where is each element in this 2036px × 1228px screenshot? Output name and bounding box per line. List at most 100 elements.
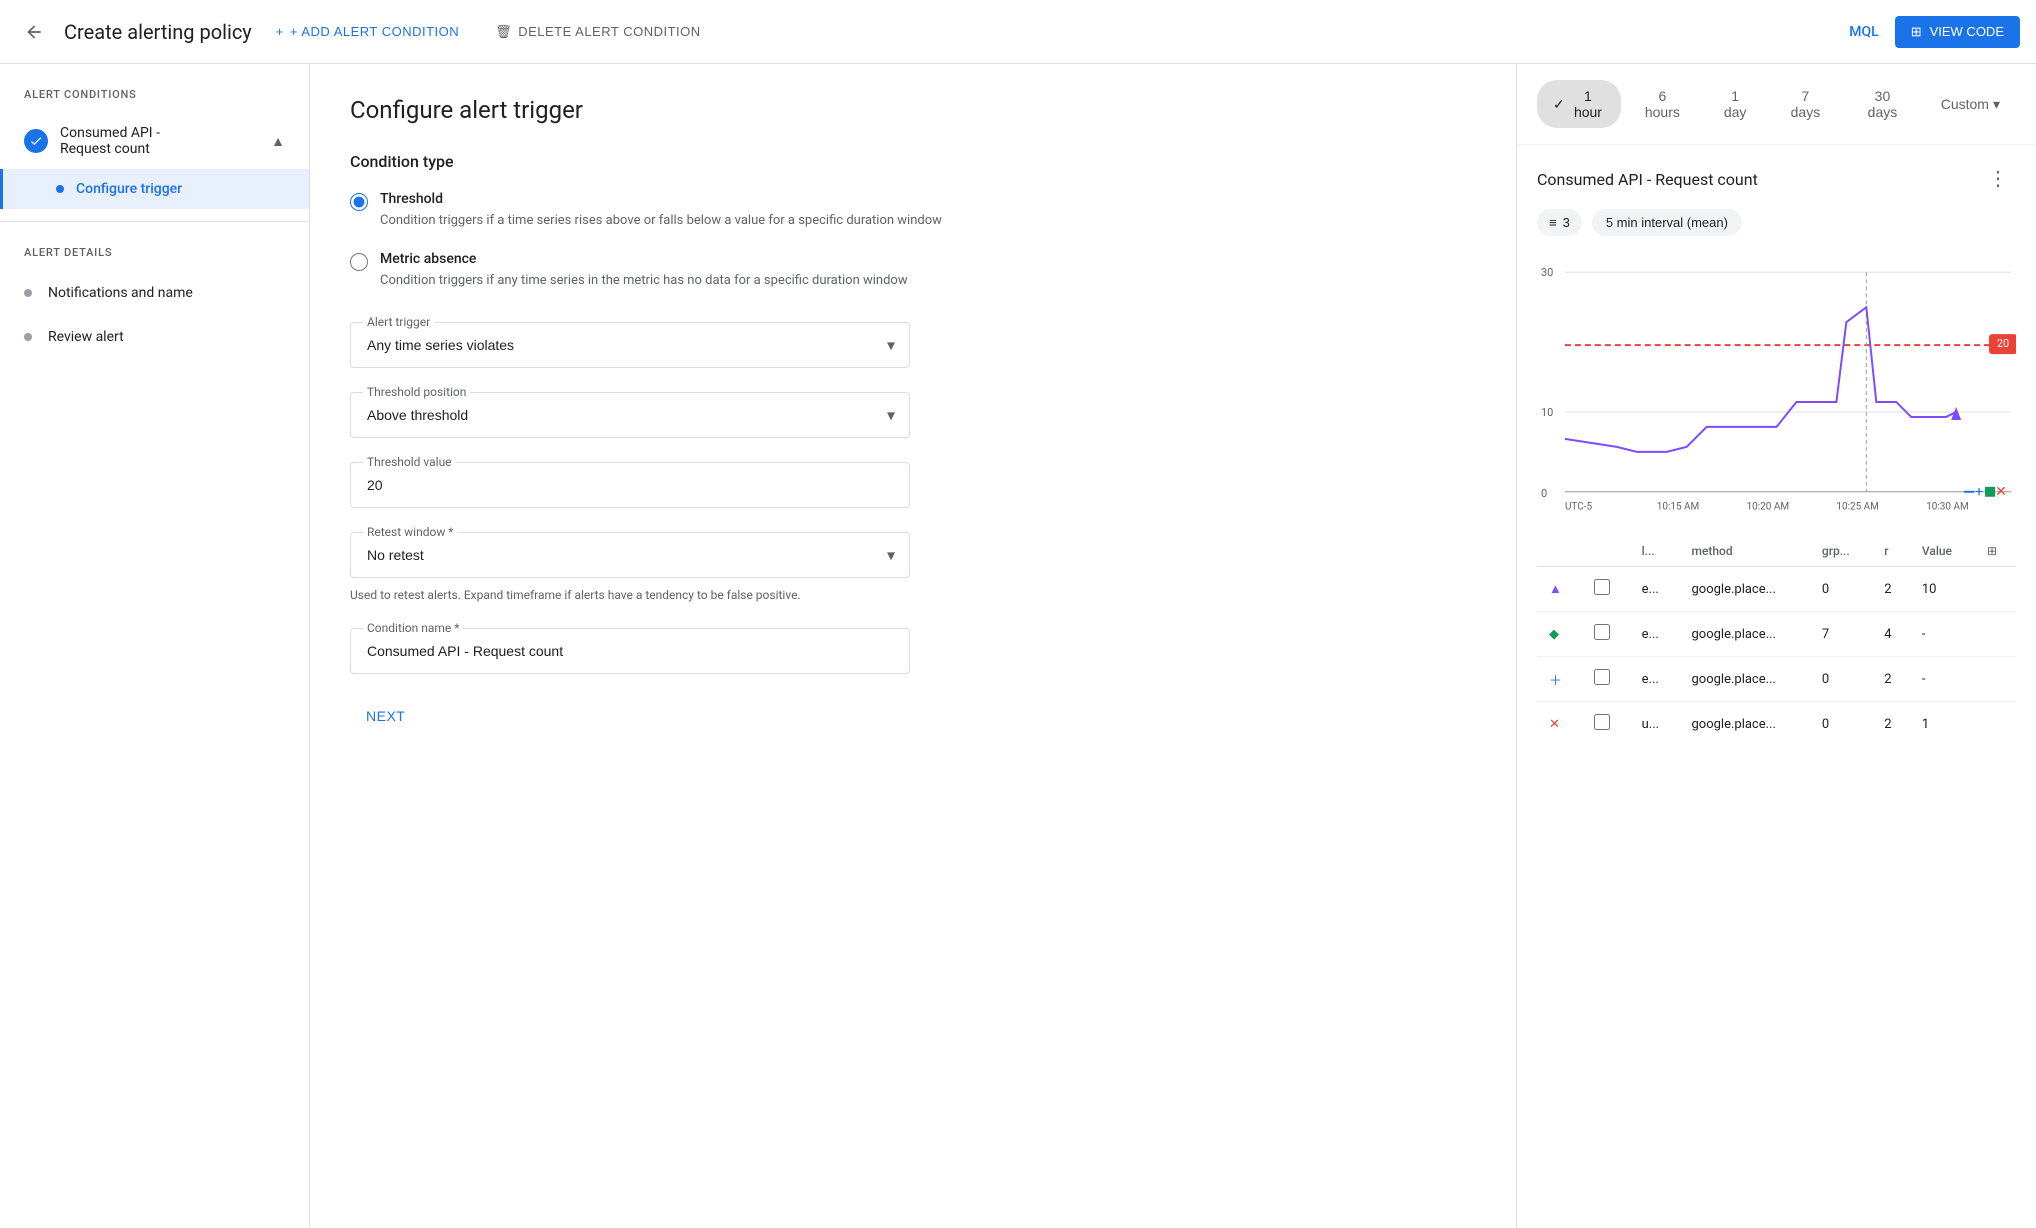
next-button[interactable]: NEXT xyxy=(350,698,421,734)
top-bar-right: MQL ⊞ VIEW CODE xyxy=(1849,16,2020,48)
th-method: method xyxy=(1679,536,1809,567)
delete-condition-button[interactable]: 🗑 DELETE ALERT CONDITION xyxy=(483,16,712,48)
check-circle-icon xyxy=(24,129,48,153)
condition-name-wrapper: Condition name * xyxy=(350,628,910,674)
threshold-position-label: Threshold position xyxy=(363,385,470,399)
condition-name-field: Condition name * xyxy=(350,628,910,674)
retest-window-select[interactable]: No retest 5 minutes 10 minutes 30 minute… xyxy=(351,533,909,577)
chart-svg: 30 10 0 20 xyxy=(1537,252,2016,532)
threshold-radio[interactable] xyxy=(350,193,368,211)
time-btn-custom[interactable]: Custom ▾ xyxy=(1925,88,2016,121)
minibar-cell xyxy=(1975,702,2016,747)
sidebar-item-configure-trigger[interactable]: Configure trigger xyxy=(0,169,309,209)
legend-button[interactable]: ≡ 3 xyxy=(1537,209,1582,236)
interval-button[interactable]: 5 min interval (mean) xyxy=(1592,209,1742,236)
alert-conditions-label: ALERT CONDITIONS xyxy=(0,88,309,113)
th-checkbox xyxy=(1582,536,1630,567)
retest-helper-text: Used to retest alerts. Expand timeframe … xyxy=(350,586,910,604)
table-row: ▲ e... google.place... 0 2 10 xyxy=(1537,567,2016,612)
r-cell: 2 xyxy=(1872,567,1910,612)
time-btn-1day[interactable]: 1 day xyxy=(1704,80,1767,128)
legend-icon: ≡ xyxy=(1549,215,1557,230)
bullet-dot-icon xyxy=(24,289,32,297)
triangle-icon: ▲ xyxy=(1549,582,1562,597)
table-row: ＋ e... google.place... 0 2 - xyxy=(1537,657,2016,702)
svg-text:20: 20 xyxy=(1997,337,2009,350)
value-cell: - xyxy=(1910,612,1975,657)
svg-text:10:20 AM: 10:20 AM xyxy=(1747,502,1790,513)
metric-absence-option-text: Metric absence Condition triggers if any… xyxy=(380,251,908,291)
th-chart: ⊞ xyxy=(1975,536,2016,567)
svg-text:✕: ✕ xyxy=(1995,484,2007,500)
retest-window-select-wrapper: No retest 5 minutes 10 minutes 30 minute… xyxy=(351,533,909,577)
r-cell: 4 xyxy=(1872,612,1910,657)
alert-trigger-wrapper: Alert trigger Any time series violates A… xyxy=(350,322,910,368)
alert-details-label: ALERT DETAILS xyxy=(0,246,309,271)
view-code-button[interactable]: ⊞ VIEW CODE xyxy=(1895,16,2020,48)
active-dot-icon xyxy=(56,185,64,193)
bullet-dot-icon-2 xyxy=(24,333,32,341)
method-cell: google.place... xyxy=(1679,657,1809,702)
x-icon: ✕ xyxy=(1549,717,1560,732)
retest-window-wrapper: Retest window * No retest 5 minutes 10 m… xyxy=(350,532,910,578)
grp-cell: 0 xyxy=(1810,702,1872,747)
time-btn-6hours[interactable]: 6 hours xyxy=(1625,80,1699,128)
checkbox-cell xyxy=(1582,612,1630,657)
threshold-position-select[interactable]: Above threshold Below threshold xyxy=(351,393,909,437)
chart-svg-wrapper: 30 10 0 20 xyxy=(1537,252,2016,536)
threshold-position-select-wrapper: Above threshold Below threshold xyxy=(351,393,909,437)
alert-trigger-select-wrapper: Any time series violates All time series… xyxy=(351,323,909,367)
row-checkbox[interactable] xyxy=(1594,579,1610,595)
trash-icon: 🗑 xyxy=(495,24,512,40)
condition-name-label: Condition name * xyxy=(363,621,463,635)
value-cell: - xyxy=(1910,657,1975,702)
back-button[interactable] xyxy=(16,14,52,50)
mql-link[interactable]: MQL xyxy=(1849,24,1878,40)
svg-text:+: + xyxy=(1975,484,1983,500)
alert-trigger-select[interactable]: Any time series violates All time series… xyxy=(351,323,909,367)
svg-text:0: 0 xyxy=(1541,487,1547,500)
grp-cell: 0 xyxy=(1810,657,1872,702)
method-cell: google.place... xyxy=(1679,702,1809,747)
content-title: Configure alert trigger xyxy=(350,96,1476,124)
time-btn-30days[interactable]: 30 days xyxy=(1844,80,1921,128)
minibar-cell xyxy=(1975,567,2016,612)
threshold-value-label: Threshold value xyxy=(363,455,456,469)
threshold-value-input[interactable] xyxy=(351,463,909,507)
alert-trigger-label: Alert trigger xyxy=(363,315,434,329)
row-checkbox-4[interactable] xyxy=(1594,714,1610,730)
threshold-position-field: Threshold position Above threshold Below… xyxy=(350,392,910,438)
metric-absence-radio[interactable] xyxy=(350,253,368,271)
row-checkbox-2[interactable] xyxy=(1594,624,1610,640)
r-cell: 2 xyxy=(1872,702,1910,747)
series-icon-cell: ◆ xyxy=(1537,612,1582,657)
threshold-value-wrapper: Threshold value xyxy=(350,462,910,508)
row-checkbox-3[interactable] xyxy=(1594,669,1610,685)
sidebar-item-review[interactable]: Review alert xyxy=(0,315,309,359)
sidebar-item-notifications[interactable]: Notifications and name xyxy=(0,271,309,315)
threshold-label: Threshold xyxy=(380,191,942,207)
sidebar-item-consumed-api[interactable]: Consumed API - Request count ▲ xyxy=(0,113,309,169)
checkbox-cell xyxy=(1582,657,1630,702)
condition-name-input[interactable] xyxy=(351,629,909,673)
series-icon-cell: ＋ xyxy=(1537,657,1582,702)
time-btn-1hour[interactable]: ✓ 1 hour xyxy=(1537,80,1621,128)
retest-window-label: Retest window * xyxy=(363,525,457,539)
th-series-icon xyxy=(1537,536,1582,567)
top-bar-left: Create alerting policy + + ADD ALERT CON… xyxy=(16,14,1825,50)
condition-type-radio-group: Threshold Condition triggers if a time s… xyxy=(350,191,1476,290)
alert-trigger-field: Alert trigger Any time series violates A… xyxy=(350,322,910,368)
add-condition-button[interactable]: + + ADD ALERT CONDITION xyxy=(264,16,471,47)
method-cell: google.place... xyxy=(1679,567,1809,612)
main-layout: ALERT CONDITIONS Consumed API - Request … xyxy=(0,64,2036,1228)
minibar-cell xyxy=(1975,612,2016,657)
method-cell: google.place... xyxy=(1679,612,1809,657)
plus-icon: + xyxy=(276,24,284,39)
minibar-cell xyxy=(1975,657,2016,702)
threshold-value-field: Threshold value xyxy=(350,462,910,508)
time-btn-7days[interactable]: 7 days xyxy=(1771,80,1840,128)
grp-cell: 7 xyxy=(1810,612,1872,657)
table-row: ◆ e... google.place... 7 4 - xyxy=(1537,612,2016,657)
chart-menu-button[interactable]: ⋮ xyxy=(1980,165,2016,193)
metric-absence-option: Metric absence Condition triggers if any… xyxy=(350,251,1476,291)
